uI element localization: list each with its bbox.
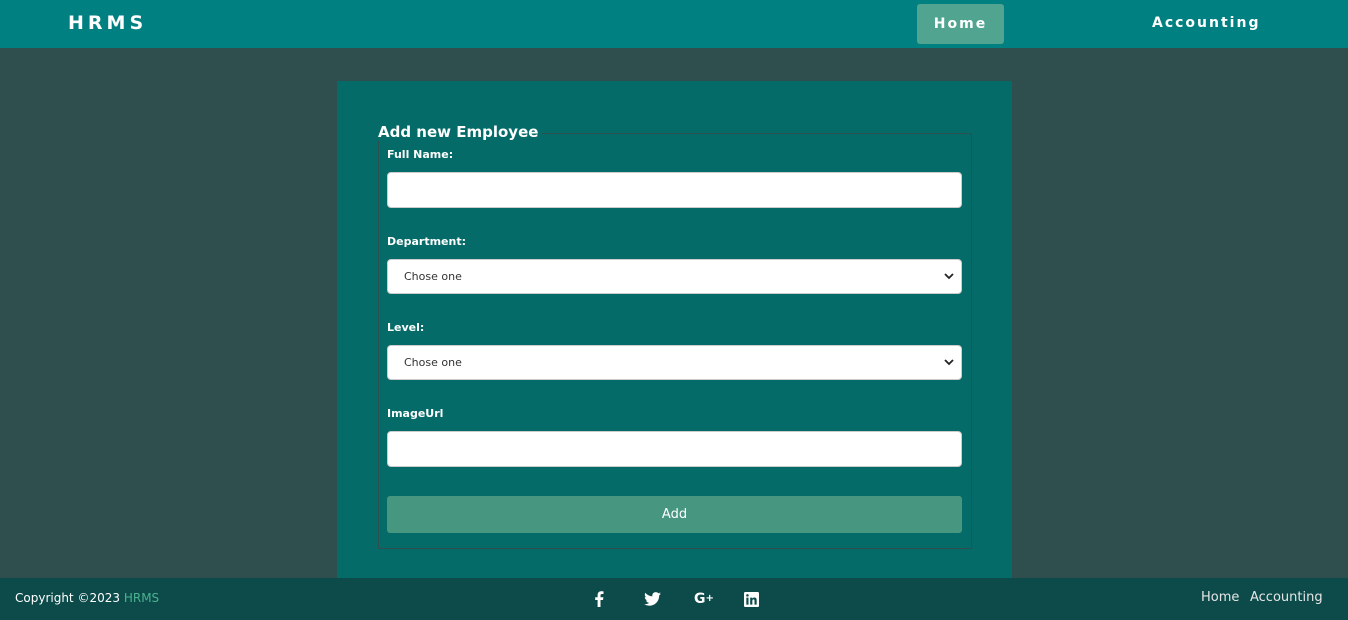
add-button[interactable]: Add — [387, 496, 962, 533]
level-select[interactable]: Chose one — [387, 345, 962, 380]
copyright: Copyright ©2023 HRMS — [15, 591, 159, 605]
footer-link-home[interactable]: Home — [1201, 590, 1239, 605]
level-selected-value: Chose one — [404, 356, 462, 369]
full-name-input[interactable] — [387, 172, 962, 208]
copyright-brand-link[interactable]: HRMS — [124, 591, 159, 605]
footer-link-accounting[interactable]: Accounting — [1250, 590, 1323, 605]
department-select[interactable]: Chose one — [387, 259, 962, 294]
chevron-down-icon — [944, 273, 954, 280]
google-plus-icon[interactable]: G+ — [693, 590, 715, 608]
nav-home-link[interactable]: Home — [917, 4, 1004, 44]
department-selected-value: Chose one — [404, 270, 462, 283]
twitter-icon[interactable] — [643, 590, 661, 608]
top-navbar: HRMS Home Accounting — [0, 0, 1348, 48]
full-name-label: Full Name: — [387, 148, 454, 161]
copyright-text: Copyright ©2023 — [15, 591, 120, 605]
brand-logo[interactable]: HRMS — [68, 12, 147, 34]
chevron-down-icon — [944, 359, 954, 366]
image-url-label: ImageUrl — [387, 407, 444, 420]
image-url-input[interactable] — [387, 431, 962, 467]
linkedin-icon[interactable] — [742, 590, 760, 608]
department-label: Department: — [387, 235, 466, 248]
form-legend: Add new Employee — [378, 123, 543, 141]
footer: Copyright ©2023 HRMS G+ Home Accounting — [0, 578, 1348, 620]
facebook-icon[interactable] — [590, 590, 608, 608]
nav-accounting-link[interactable]: Accounting — [1152, 15, 1260, 31]
level-label: Level: — [387, 321, 425, 334]
